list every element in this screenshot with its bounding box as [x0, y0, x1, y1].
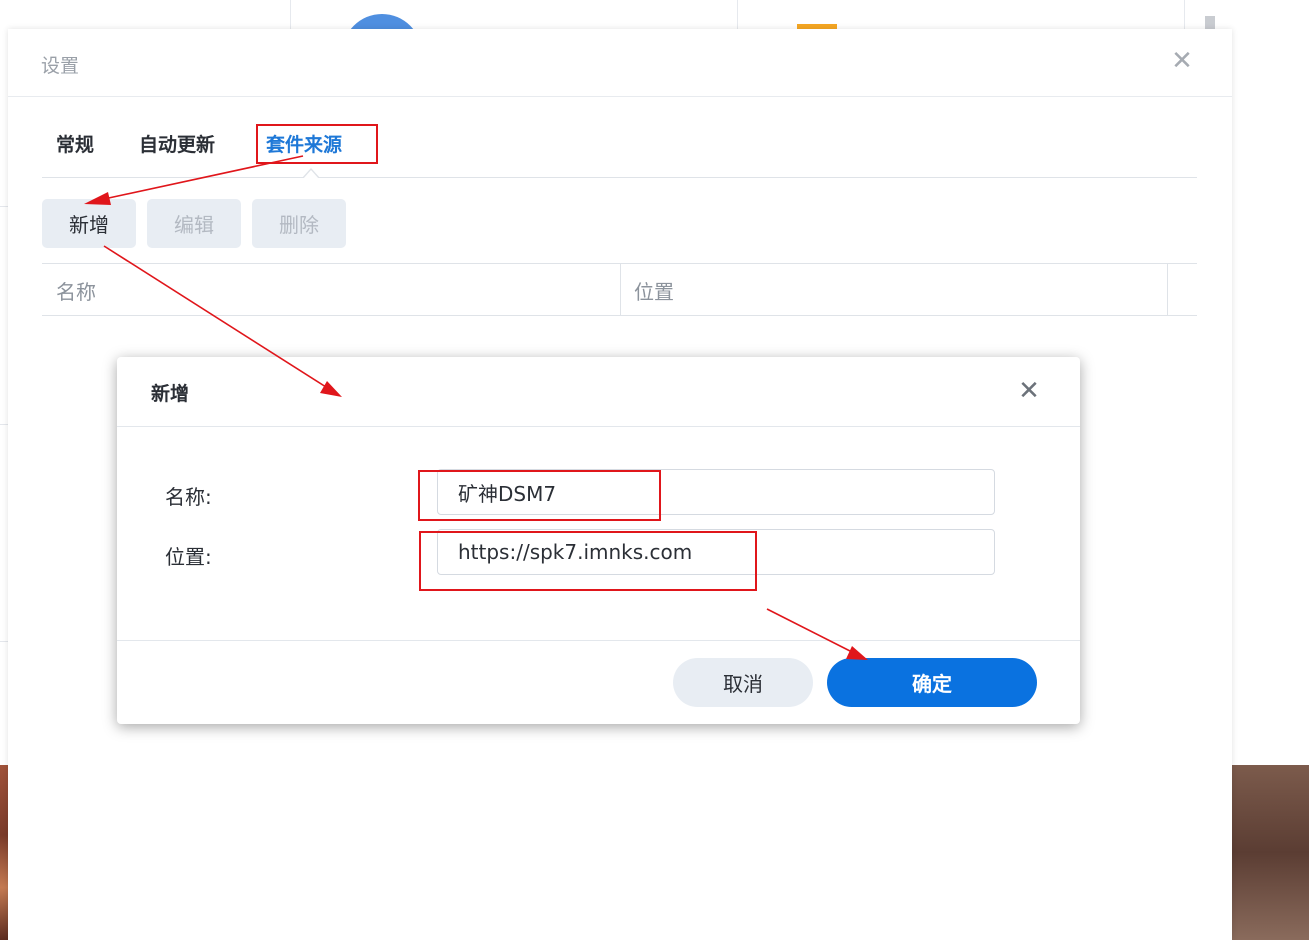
- name-label: 名称:: [165, 485, 212, 509]
- column-separator: [1167, 264, 1168, 315]
- desktop-divider: [737, 0, 738, 30]
- desktop-divider: [1184, 0, 1185, 30]
- active-tab-indicator: [303, 170, 319, 179]
- column-separator: [620, 264, 621, 315]
- confirm-button[interactable]: 确定: [827, 658, 1037, 707]
- close-icon[interactable]: ✕: [1168, 47, 1196, 75]
- background-line: [0, 424, 8, 425]
- annotation-box: [419, 531, 757, 591]
- cancel-button[interactable]: 取消: [673, 658, 813, 707]
- desktop-background-top: [0, 0, 1309, 30]
- close-icon[interactable]: ✕: [1015, 377, 1043, 405]
- dialog-title: 新增: [151, 383, 190, 405]
- delete-button[interactable]: 删除: [252, 199, 346, 248]
- grid-header: 名称 位置: [42, 263, 1197, 316]
- desktop-app-icon: [1205, 16, 1215, 30]
- desktop-divider: [290, 0, 291, 30]
- tab-general[interactable]: 常规: [56, 130, 94, 157]
- edit-button[interactable]: 编辑: [147, 199, 241, 248]
- column-header-location[interactable]: 位置: [634, 276, 674, 305]
- window-title: 设置: [41, 55, 80, 77]
- desktop-wallpaper: [0, 765, 8, 940]
- background-line: [0, 641, 8, 642]
- divider: [117, 640, 1080, 641]
- annotation-box: [418, 470, 661, 521]
- add-button[interactable]: 新增: [42, 199, 136, 248]
- divider: [8, 96, 1232, 97]
- annotation-box: [256, 124, 378, 164]
- column-header-name[interactable]: 名称: [56, 276, 96, 305]
- location-label: 位置:: [165, 545, 212, 569]
- desktop-wallpaper: [1232, 765, 1309, 940]
- divider: [117, 426, 1080, 427]
- tab-auto-update[interactable]: 自动更新: [139, 130, 215, 157]
- tabs-underline: [42, 177, 1197, 178]
- background-line: [0, 206, 8, 207]
